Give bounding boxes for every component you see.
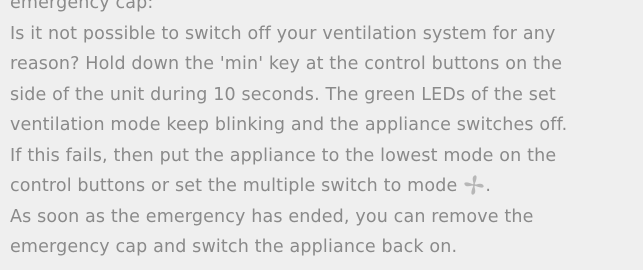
text-line-3: side of the unit during 10 seconds. The … [10, 84, 556, 105]
instruction-paragraph: emergency cap: Is it not possible to swi… [10, 0, 640, 263]
text-line-6-period: . [485, 176, 492, 196]
text-line-6: control buttons or set the multiple swit… [10, 176, 458, 196]
text-line-4: ventilation mode keep blinking and the a… [10, 115, 568, 135]
text-line-6-wrapper: control buttons or set the multiple swit… [10, 171, 640, 202]
text-line-0: emergency cap: [10, 0, 154, 13]
text-line-7: As soon as the emergency has ended, you … [10, 206, 534, 227]
text-line-8: emergency cap and switch the appliance b… [10, 237, 458, 257]
text-line-1: Is it not possible to switch off your ve… [10, 23, 556, 44]
fan-icon [463, 174, 485, 196]
text-line-5: If this fails, then put the appliance to… [10, 145, 557, 166]
text-line-2: reason? Hold down the 'min' key at the c… [10, 54, 563, 74]
